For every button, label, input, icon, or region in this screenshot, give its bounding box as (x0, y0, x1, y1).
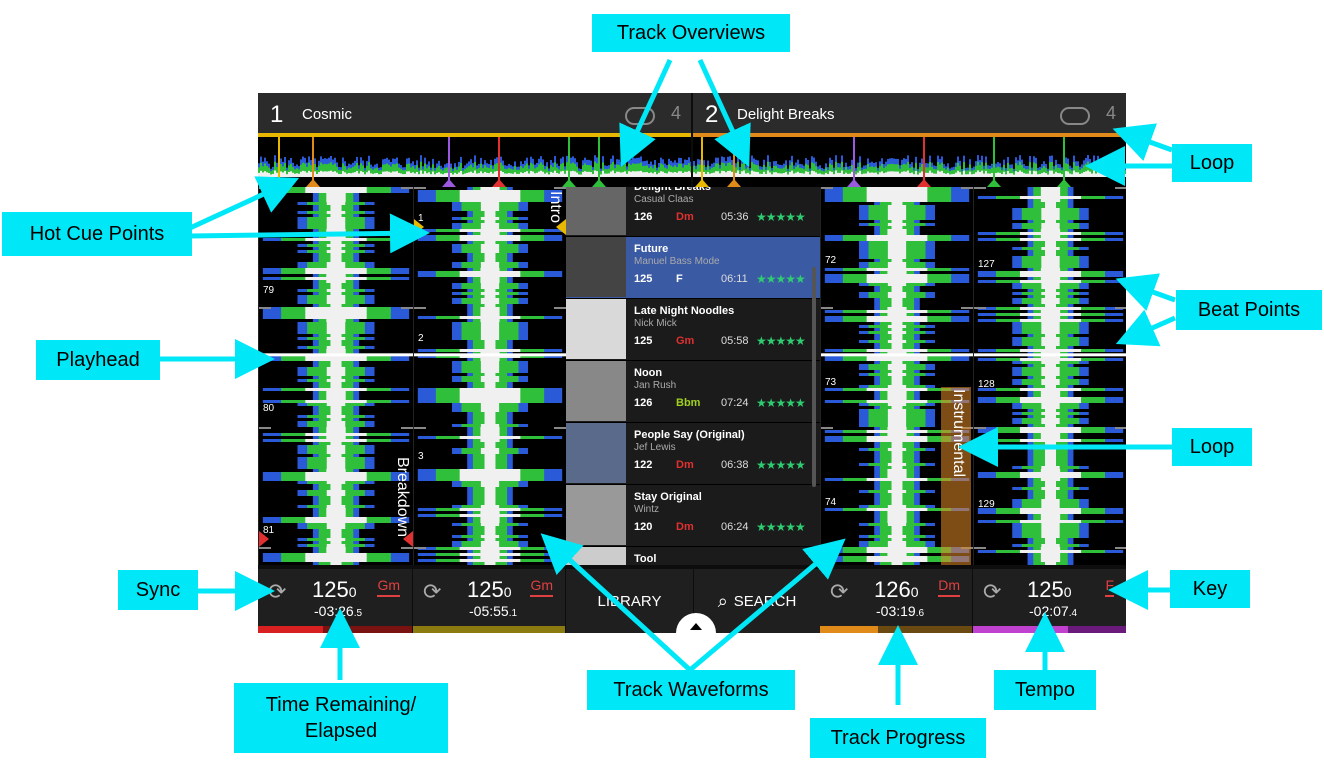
callout-sync: Sync (118, 570, 198, 610)
callout-track-progress: Track Progress (810, 718, 986, 758)
callout-playhead: Playhead (36, 340, 160, 380)
callout-time-remaining: Time Remaining/ Elapsed (234, 683, 448, 753)
callout-track-waveforms: Track Waveforms (587, 670, 795, 710)
callout-hot-cue-points: Hot Cue Points (2, 212, 192, 256)
callout-arrows (160, 58, 1177, 705)
callout-time-line2: Elapsed (304, 720, 378, 742)
callout-loop-top: Loop (1172, 144, 1252, 182)
callout-tempo: Tempo (994, 670, 1096, 710)
callout-beat-points: Beat Points (1176, 290, 1322, 330)
callout-loop-mid: Loop (1172, 428, 1252, 466)
callout-track-overviews: Track Overviews (592, 14, 790, 52)
callout-time-line1: Time Remaining/ (265, 694, 417, 716)
callout-key: Key (1170, 570, 1250, 608)
